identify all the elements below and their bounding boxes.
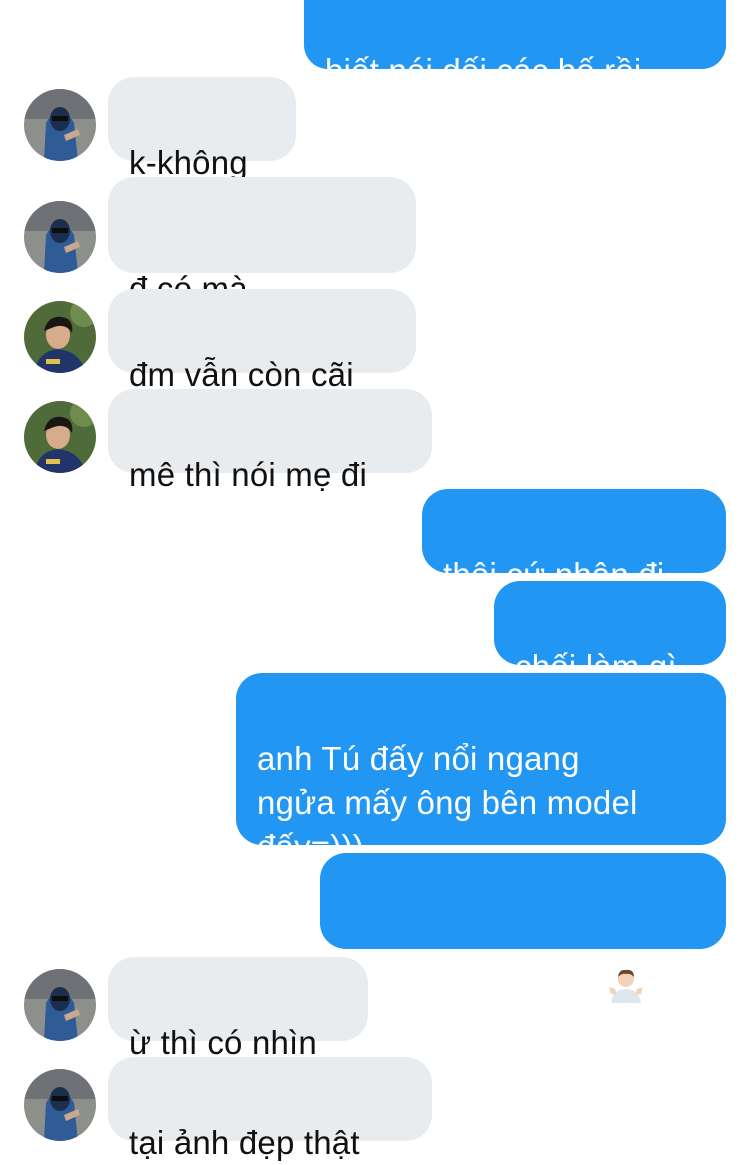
outgoing-message[interactable]: biết nói dối các bố rồi (304, 0, 726, 89)
outgoing-message[interactable]: chối làm gì (494, 581, 726, 685)
person-shrugging-emoji (607, 923, 645, 1014)
hooded-person-avatar[interactable] (24, 969, 96, 1041)
incoming-message[interactable]: tại ảnh đẹp thật (108, 1057, 432, 1161)
hooded-person-avatar-image (24, 969, 96, 1041)
message-text: k-không (129, 144, 248, 181)
message-text: đm vẫn còn cãi (129, 356, 354, 393)
outgoing-message[interactable]: mê cũng không lạ (320, 853, 726, 1003)
hooded-person-avatar-image (24, 89, 96, 161)
hooded-person-avatar[interactable] (24, 201, 96, 273)
incoming-message[interactable]: k-không (108, 77, 296, 181)
hooded-person-avatar-image (24, 201, 96, 273)
incoming-message[interactable]: ừ thì có nhìn (108, 957, 368, 1061)
hooded-person-avatar[interactable] (24, 89, 96, 161)
incoming-message[interactable]: đm vẫn còn cãi (108, 289, 416, 393)
message-text: ừ thì có nhìn (129, 1024, 317, 1061)
hooded-person-avatar-image (24, 1069, 96, 1141)
outgoing-message[interactable]: thôi cứ nhận đi (422, 489, 726, 593)
hooded-person-avatar[interactable] (24, 1069, 96, 1141)
message-text: mê cũng không lạ (341, 947, 605, 985)
outgoing-message[interactable]: anh Tú đấy nổi ngang ngửa mấy ông bên mo… (236, 673, 726, 865)
young-man-avatar-image (24, 301, 96, 373)
incoming-message[interactable]: mê thì nói mẹ đi (108, 389, 432, 493)
young-man-avatar[interactable] (24, 301, 96, 373)
message-text: biết nói dối các bố rồi (325, 52, 642, 89)
message-text: mê thì nói mẹ đi (129, 456, 367, 493)
message-text: tại ảnh đẹp thật (129, 1124, 360, 1161)
incoming-message[interactable]: đ có mà (108, 177, 416, 323)
message-text: anh Tú đấy nổi ngang ngửa mấy ông bên mo… (257, 740, 638, 865)
young-man-avatar[interactable] (24, 401, 96, 473)
young-man-avatar-image (24, 401, 96, 473)
